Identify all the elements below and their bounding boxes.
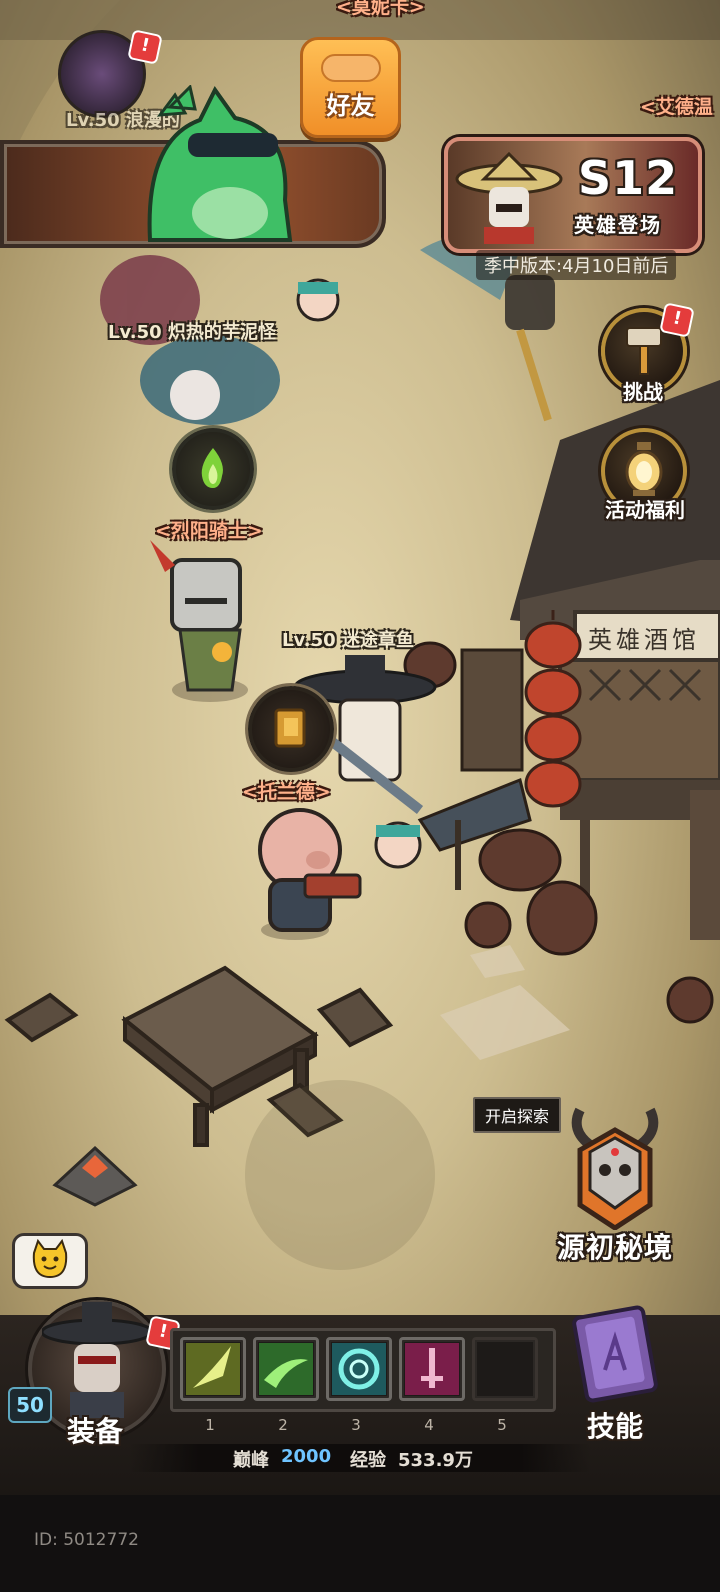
skill-slot-3[interactable] (326, 1337, 392, 1401)
hero-portrait-icon (455, 151, 563, 244)
knight-quest-icon[interactable] (172, 428, 254, 510)
blade-skill-icon (405, 1343, 459, 1395)
player-level: 50 (8, 1387, 52, 1423)
origin-realm-label: 源初秘境 (556, 1231, 673, 1264)
origin-realm-button[interactable] (560, 1090, 670, 1240)
stats-bar: 巅峰 2000 经验 533.9万 (130, 1444, 590, 1472)
npc-label-edwin: <艾德温 (640, 96, 713, 118)
card-icon (274, 708, 306, 748)
challenge-badge: ! (659, 302, 695, 338)
slash-skill-icon (186, 1343, 240, 1395)
slot-number-3: 3 (351, 1416, 361, 1434)
flame-icon (201, 448, 223, 488)
cloud-icon (321, 54, 381, 82)
slot-number-2: 2 (278, 1416, 288, 1434)
lantern-icon (625, 442, 663, 496)
hero-avatar (42, 1302, 152, 1418)
skill-slot-2[interactable] (253, 1337, 319, 1401)
season-banner[interactable]: S12 英雄登场 (444, 137, 702, 253)
skills-label: 技能 (586, 1410, 643, 1443)
season-subtitle: 英雄登场 (574, 213, 662, 237)
equipment-label: 装备 (66, 1415, 123, 1448)
friends-button[interactable]: 好友 (300, 37, 401, 138)
game-scene[interactable]: ! Lv.50 浪漫的 好友 <莫妮卡> <艾德温 S12 英雄登场 季中版本:… (0, 0, 720, 1592)
spellbook-icon (572, 1305, 658, 1403)
notification-badge: ! (127, 29, 163, 65)
season-number: S12 (578, 151, 679, 205)
emoji-face-icon (32, 1239, 68, 1279)
hammer-icon (626, 327, 662, 375)
explore-tip: 开启探索 (473, 1097, 562, 1133)
npc-label-monica: <莫妮卡> (336, 0, 425, 18)
exp-label: 经验 (350, 1450, 386, 1471)
skill-slot-4[interactable] (399, 1337, 465, 1401)
player-id: ID: 5012772 (34, 1530, 139, 1550)
season-note: 季中版本:4月10日前后 (476, 250, 677, 280)
dino-overlay (147, 85, 293, 242)
vortex-skill-icon (332, 1343, 386, 1395)
knight-character (150, 540, 248, 702)
skill-slot-5[interactable] (472, 1337, 538, 1401)
chat-button[interactable] (12, 1233, 88, 1289)
bull-skull-icon (571, 1107, 659, 1231)
player-name-2: Lv.50 炽热的芋泥怪 (108, 322, 276, 343)
exp-value: 533.9万 (398, 1450, 473, 1471)
activity-rewards-label: 活动福利 (605, 498, 685, 522)
slot-number-1: 1 (205, 1416, 215, 1434)
npc-label-toland: <托兰德> (242, 781, 331, 803)
peak-value: 2000 (281, 1446, 332, 1467)
pig-character (258, 808, 362, 940)
toland-quest-icon[interactable] (248, 686, 334, 772)
friends-label: 好友 (326, 92, 375, 120)
npc-label-knight: <烈阳骑士> (155, 520, 263, 542)
slot-number-5: 5 (497, 1416, 507, 1434)
challenge-label: 挑战 (623, 380, 663, 404)
wind-skill-icon (259, 1343, 313, 1395)
peak-label: 巅峰 (233, 1450, 269, 1471)
skill-slot-1[interactable] (180, 1337, 246, 1401)
skills-button[interactable] (560, 1300, 670, 1410)
tavern-sign: 英雄酒馆 (588, 626, 700, 654)
player-name-3: Lv.50 迷途章鱼 (282, 630, 414, 651)
slot-number-4: 4 (424, 1416, 434, 1434)
